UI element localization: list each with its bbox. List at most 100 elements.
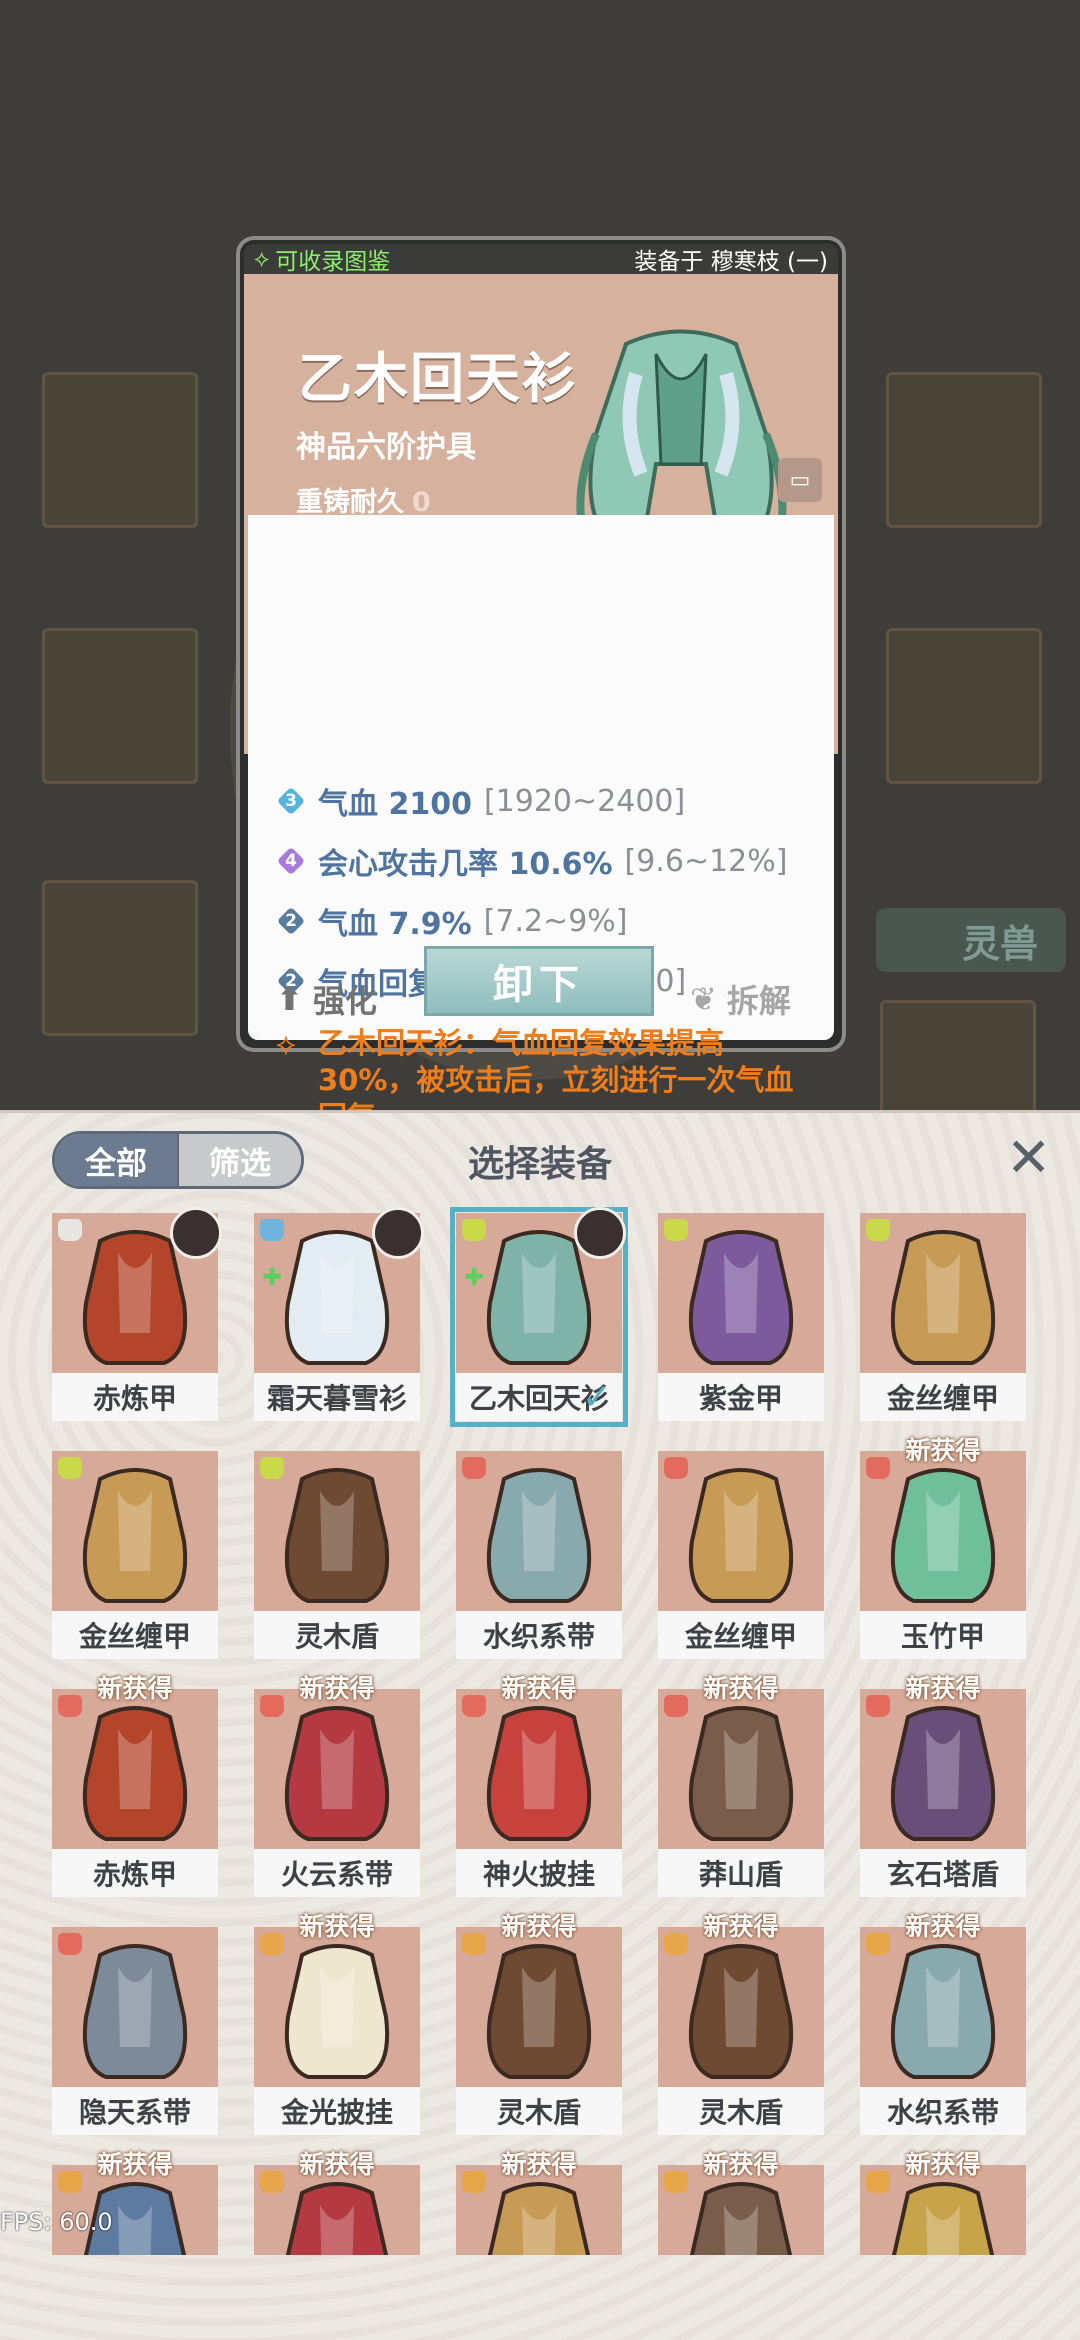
stat-line-3: 2 气血 7.9% [7.2~9%]	[276, 899, 628, 943]
equipment-tile[interactable]: 新获得	[254, 2150, 420, 2255]
equipment-slot-accessory[interactable]	[886, 372, 1042, 528]
pet-tab[interactable]: 灵兽	[876, 908, 1066, 972]
reforge-label: 重铸耐久	[296, 487, 404, 518]
stat-tier-icon: 2	[276, 906, 306, 936]
stat-range: [1920~2400]	[483, 783, 686, 819]
fps-counter: FPS: 60.0	[0, 2208, 113, 2236]
stat-range: [7.2~9%]	[483, 903, 628, 939]
equipment-tile[interactable]: 金丝缠甲	[52, 1451, 218, 1659]
collectible-gem-icon: ✚	[262, 1263, 283, 1291]
equipment-slot-talisman[interactable]	[886, 628, 1042, 784]
category-icon	[260, 1219, 284, 1241]
equipment-tile[interactable]: 新获得 神火披挂	[456, 1674, 622, 1897]
collectible-label: 可收录图鉴	[275, 249, 391, 275]
equipment-tile[interactable]: 新获得 火云系带	[254, 1674, 420, 1897]
equipment-tile[interactable]: 新获得 玄石塔盾	[860, 1674, 1026, 1897]
unequip-button[interactable]: 卸下	[424, 946, 654, 1016]
stat-text: 气血 2100	[318, 787, 472, 822]
stat-tier-icon: 4	[276, 846, 306, 876]
item-grade: 神品六阶护具	[296, 430, 476, 465]
category-icon	[260, 1457, 284, 1479]
new-badge: 新获得	[501, 2150, 577, 2179]
new-badge: 新获得	[703, 1912, 779, 1941]
equipment-name: 紫金甲	[658, 1373, 824, 1421]
equipment-name: 灵木盾	[658, 2087, 824, 2135]
equipment-tile[interactable]: 新获得 灵木盾	[658, 1912, 824, 2135]
equipment-tile[interactable]: 金丝缠甲	[658, 1451, 824, 1659]
equipment-tile[interactable]: 新获得	[456, 2150, 622, 2255]
up-arrow-icon: ⬆	[276, 980, 303, 1018]
equipment-tile[interactable]: 赤炼甲	[52, 1207, 222, 1421]
enhance-button[interactable]: ⬆ 强化	[276, 976, 377, 1022]
reforge-durability: 重铸耐久 0	[296, 480, 431, 519]
equipment-tile[interactable]: 灵木盾	[254, 1451, 420, 1659]
category-icon	[58, 1933, 82, 1955]
equipment-name: 霜天暮雪衫	[254, 1373, 420, 1421]
equipment-tile[interactable]: 新获得 莽山盾	[658, 1674, 824, 1897]
card-top-bar: ⟡ 可收录图鉴 装备于 穆寒枝 (一)	[244, 244, 838, 275]
equipment-tile[interactable]: 新获得 灵木盾	[456, 1912, 622, 2135]
equipment-detail-card: ⟡ 可收录图鉴 装备于 穆寒枝 (一) 乙木回天衫 神品六阶护具 重铸耐久 0 ▭…	[240, 240, 842, 1134]
equipped-character-avatar	[574, 1207, 626, 1259]
equipment-tile[interactable]: 水织系带	[456, 1451, 622, 1659]
equipment-name: 金丝缠甲	[860, 1373, 1026, 1421]
equipment-tile[interactable]: ✚ 霜天暮雪衫	[254, 1207, 424, 1421]
equipment-tile[interactable]: 隐天系带	[52, 1927, 218, 2135]
equipped-character-avatar	[170, 1207, 222, 1259]
dismantle-label: 拆解	[726, 982, 791, 1020]
equipment-tile[interactable]: 新获得 玉竹甲	[860, 1436, 1026, 1659]
category-icon	[866, 1219, 890, 1241]
new-badge: 新获得	[501, 1674, 577, 1703]
category-icon	[664, 1457, 688, 1479]
equipment-slot-belt[interactable]	[42, 880, 198, 1036]
stat-line-2: 4 会心攻击几率 10.6% [9.6~12%]	[276, 839, 787, 883]
equipment-name: 隐天系带	[52, 2087, 218, 2135]
new-badge: 新获得	[97, 2150, 173, 2179]
stat-line-1: 3 气血 2100 [1920~2400]	[276, 779, 685, 823]
equipment-tile[interactable]: 新获得	[860, 2150, 1026, 2255]
equipment-name: 金丝缠甲	[658, 1611, 824, 1659]
equipment-slot-weapon[interactable]	[42, 372, 198, 528]
equipment-slot-armor[interactable]	[42, 628, 198, 784]
equipment-name: 水织系带	[456, 1611, 622, 1659]
new-badge: 新获得	[299, 1912, 375, 1941]
equipment-name: 火云系带	[254, 1849, 420, 1897]
equipment-name: 水织系带	[860, 2087, 1026, 2135]
equipment-name: 金丝缠甲	[52, 1611, 218, 1659]
new-badge: 新获得	[905, 1674, 981, 1703]
stat-text: 气血 7.9%	[318, 907, 472, 942]
equipment-name: 神火披挂	[456, 1849, 622, 1897]
dismantle-button[interactable]: ❦ 拆解	[690, 976, 791, 1022]
lock-icon[interactable]: ▭	[778, 458, 822, 502]
pet-tab-label: 灵兽	[961, 921, 1038, 966]
equipment-tile[interactable]: 金丝缠甲	[860, 1213, 1026, 1421]
category-icon	[58, 1219, 82, 1241]
equipment-name: 赤炼甲	[52, 1373, 218, 1421]
equipment-tile[interactable]: 新获得 金光披挂	[254, 1912, 420, 2135]
equipment-tile[interactable]: 紫金甲	[658, 1213, 824, 1421]
stat-tier-icon: 3	[276, 786, 306, 816]
equipped-by-label: 装备于 穆寒枝 (一)	[634, 249, 828, 275]
equipment-slot-extra[interactable]	[880, 1000, 1036, 1116]
category-icon	[58, 1457, 82, 1479]
new-badge: 新获得	[299, 1674, 375, 1703]
equipment-name: 玄石塔盾	[860, 1849, 1026, 1897]
equipment-name: 玉竹甲	[860, 1611, 1026, 1659]
close-icon[interactable]: ✕	[1006, 1131, 1051, 1185]
new-badge: 新获得	[905, 2150, 981, 2179]
equipment-name: 灵木盾	[254, 1611, 420, 1659]
new-badge: 新获得	[501, 1912, 577, 1941]
equipment-tile[interactable]: 新获得 水织系带	[860, 1912, 1026, 2135]
new-badge: 新获得	[905, 1912, 981, 1941]
equipment-tile[interactable]: 新获得 赤炼甲	[52, 1674, 218, 1897]
stat-text: 会心攻击几率 10.6%	[318, 847, 613, 882]
item-robe-illustration	[576, 329, 787, 546]
equipment-name: 莽山盾	[658, 1849, 824, 1897]
equipment-tile[interactable]: ✚ 乙木回天衫 ✓	[450, 1207, 628, 1427]
equipment-name: 灵木盾	[456, 2087, 622, 2135]
collectible-gem-icon: ✚	[464, 1263, 485, 1291]
new-badge: 新获得	[299, 2150, 375, 2179]
equipment-tile[interactable]: 新获得	[658, 2150, 824, 2255]
collectible-icon: ⟡	[254, 246, 270, 272]
reforge-value: 0	[412, 487, 431, 518]
